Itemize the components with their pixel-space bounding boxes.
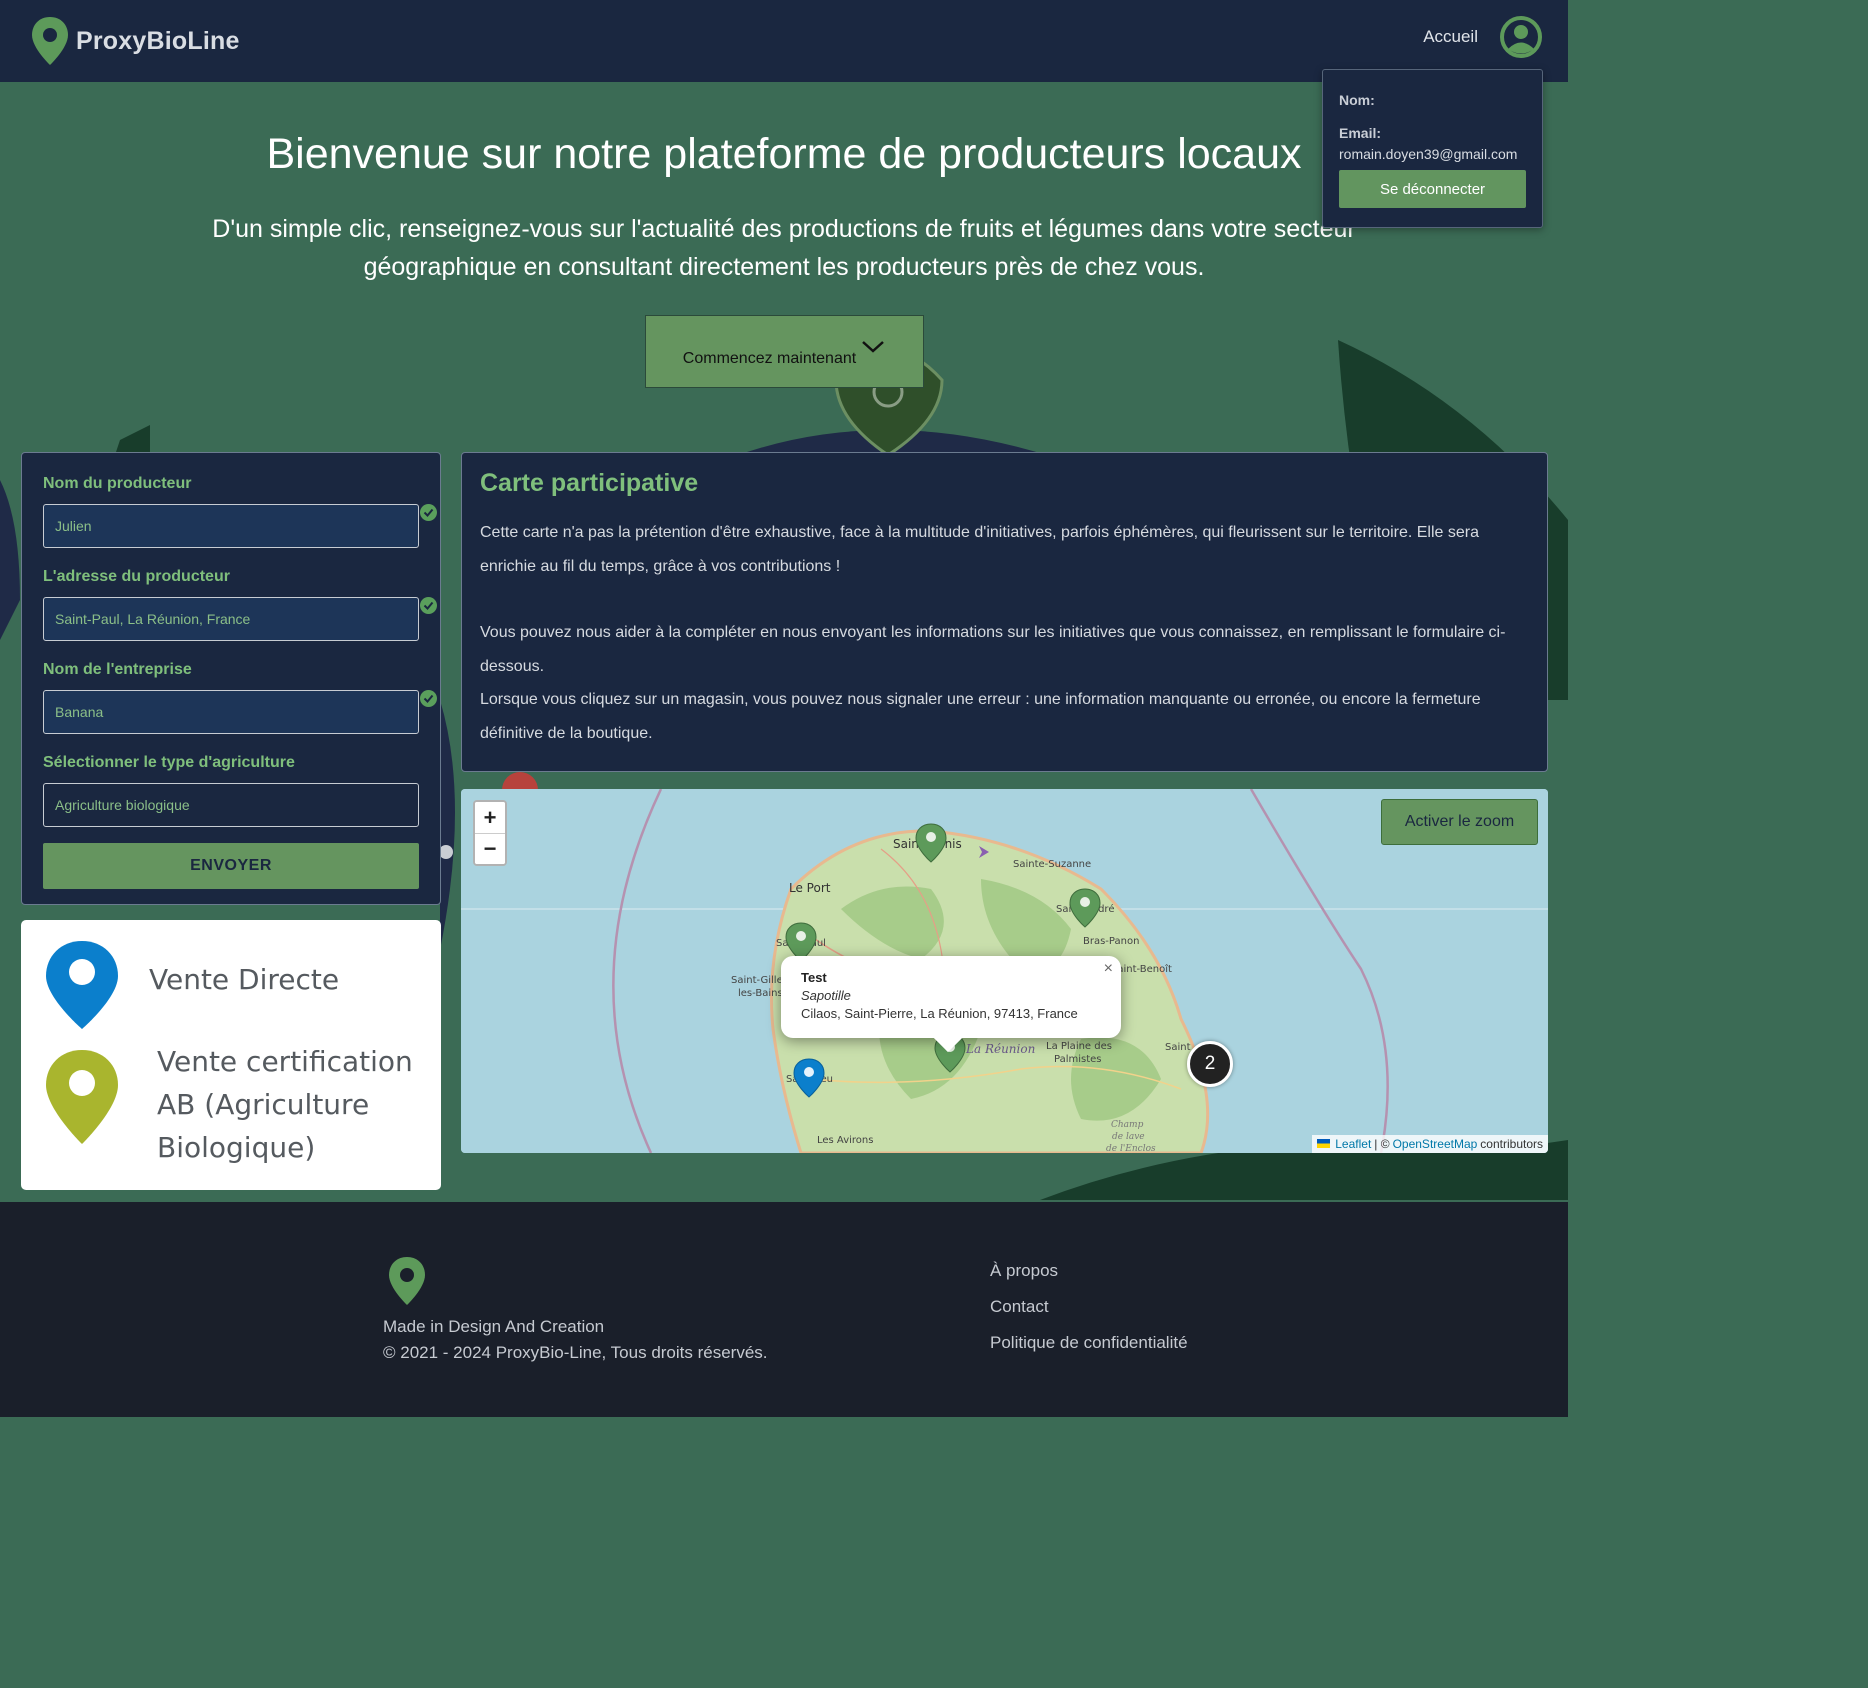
certified-sale-pin-icon xyxy=(46,1050,118,1144)
popup-producer-name: Test xyxy=(801,970,827,985)
map-attribution: Leaflet | © OpenStreetMap contributors xyxy=(1312,1135,1548,1153)
info-title: Carte participative xyxy=(480,469,699,497)
marker-cluster[interactable]: 2 xyxy=(1187,1041,1233,1087)
valid-check-icon xyxy=(420,504,437,521)
legend-certified-line1: Vente certification xyxy=(157,1045,413,1078)
info-paragraph-2: Vous pouvez nous aider à la compléter en… xyxy=(480,624,1506,675)
info-paragraph-1: Cette carte n'a pas la prétention d'être… xyxy=(480,524,1480,575)
agriculture-type-select[interactable]: Agriculture biologique xyxy=(43,783,419,827)
map-popup: × Test Sapotille Cilaos, Saint-Pierre, L… xyxy=(781,956,1121,1053)
map-label-champ-lave: Champ xyxy=(1111,1120,1144,1130)
user-name-label: Nom: xyxy=(1339,92,1375,108)
ukraine-flag-icon xyxy=(1317,1139,1331,1148)
footer-link-contact[interactable]: Contact xyxy=(990,1297,1188,1333)
info-paragraph-3: Lorsque vous cliquez sur un magasin, vou… xyxy=(480,691,1481,742)
zoom-in-button[interactable]: + xyxy=(475,802,505,833)
producer-address-label: L'adresse du producteur xyxy=(43,568,230,585)
legend-certified-line2: AB (Agriculture xyxy=(157,1088,370,1121)
chevron-down-icon xyxy=(862,340,885,353)
user-email: romain.doyen39@gmail.com xyxy=(1339,146,1518,162)
footer-links: À propos Contact Politique de confidenti… xyxy=(990,1261,1188,1369)
producers-map[interactable]: Saint-Denis Sainte-Suzanne Le Port Saint… xyxy=(461,789,1548,1153)
logout-button[interactable]: Se déconnecter xyxy=(1339,170,1526,208)
footer-link-privacy[interactable]: Politique de confidentialité xyxy=(990,1333,1188,1369)
activate-zoom-button[interactable]: Activer le zoom xyxy=(1381,799,1538,845)
map-label-saint: Saint xyxy=(1165,1042,1191,1053)
legend-certified-line3: Biologique) xyxy=(157,1131,316,1164)
footer-link-about[interactable]: À propos xyxy=(990,1261,1188,1297)
svg-text:de lave: de lave xyxy=(1112,1132,1145,1142)
location-pin-icon xyxy=(389,1257,425,1305)
popup-product-type: Sapotille xyxy=(801,988,851,1003)
direct-sale-pin-icon xyxy=(46,941,118,1029)
user-email-label: Email: xyxy=(1339,125,1382,141)
brand-name: ProxyBioLine xyxy=(76,26,240,55)
producer-name-label: Nom du producteur xyxy=(43,475,192,492)
map-label-le-port: Le Port xyxy=(789,881,831,895)
user-avatar-icon[interactable] xyxy=(1500,16,1542,58)
hero-subtitle: D'un simple clic, renseignez-vous sur l'… xyxy=(212,215,1356,281)
osm-link[interactable]: OpenStreetMap xyxy=(1393,1137,1478,1151)
nav-home-link[interactable]: Accueil xyxy=(1423,27,1478,47)
close-icon[interactable]: × xyxy=(1104,960,1113,978)
producer-address-input[interactable]: Saint-Paul, La Réunion, France xyxy=(43,597,419,641)
svg-text:les-Bains: les-Bains xyxy=(738,988,783,999)
popup-address: Cilaos, Saint-Pierre, La Réunion, 97413,… xyxy=(801,1006,1078,1021)
map-label-bras-panon: Bras-Panon xyxy=(1083,936,1139,947)
zoom-out-button[interactable]: − xyxy=(475,833,505,864)
company-name-label: Nom de l'entreprise xyxy=(43,661,192,678)
svg-text:de l'Enclos: de l'Enclos xyxy=(1106,1144,1156,1153)
valid-check-icon xyxy=(420,690,437,707)
svg-text:Palmistes: Palmistes xyxy=(1054,1054,1102,1065)
agriculture-type-label: Sélectionner le type d'agriculture xyxy=(43,754,295,771)
company-name-input[interactable]: Banana xyxy=(43,690,419,734)
map-label-sainte-suzanne: Sainte-Suzanne xyxy=(1013,859,1091,870)
map-legend: Vente Directe Vente certification AB (Ag… xyxy=(21,920,441,1190)
leaflet-link[interactable]: Leaflet xyxy=(1335,1137,1371,1151)
participative-map-info: Carte participative Cette carte n'a pas … xyxy=(461,452,1548,772)
producer-form: Nom du producteur Julien L'adresse du pr… xyxy=(21,452,441,905)
map-label-plaine-palmistes: La Plaine des xyxy=(1046,1041,1112,1052)
brand-logo[interactable]: ProxyBioLine xyxy=(30,15,240,67)
user-dropdown-menu: Nom: Email: romain.doyen39@gmail.com Se … xyxy=(1322,69,1543,228)
footer: Made in Design And Creation © 2021 - 202… xyxy=(0,1202,1568,1417)
valid-check-icon xyxy=(420,597,437,614)
map-zoom-control: + − xyxy=(473,800,507,866)
map-label-les-avirons: Les Avirons xyxy=(817,1135,873,1146)
footer-copyright: © 2021 - 2024 ProxyBio-Line, Tous droits… xyxy=(383,1343,768,1362)
start-now-label: Commencez maintenant xyxy=(682,349,857,367)
producer-name-input[interactable]: Julien xyxy=(43,504,419,548)
submit-button[interactable]: ENVOYER xyxy=(43,843,419,889)
map-label-la-reunion: La Réunion xyxy=(965,1042,1035,1056)
location-pin-icon xyxy=(32,17,68,65)
start-now-button[interactable]: Commencez maintenant xyxy=(645,315,924,388)
legend-direct-sale: Vente Directe xyxy=(149,963,340,996)
footer-made-in: Made in Design And Creation xyxy=(383,1317,605,1336)
